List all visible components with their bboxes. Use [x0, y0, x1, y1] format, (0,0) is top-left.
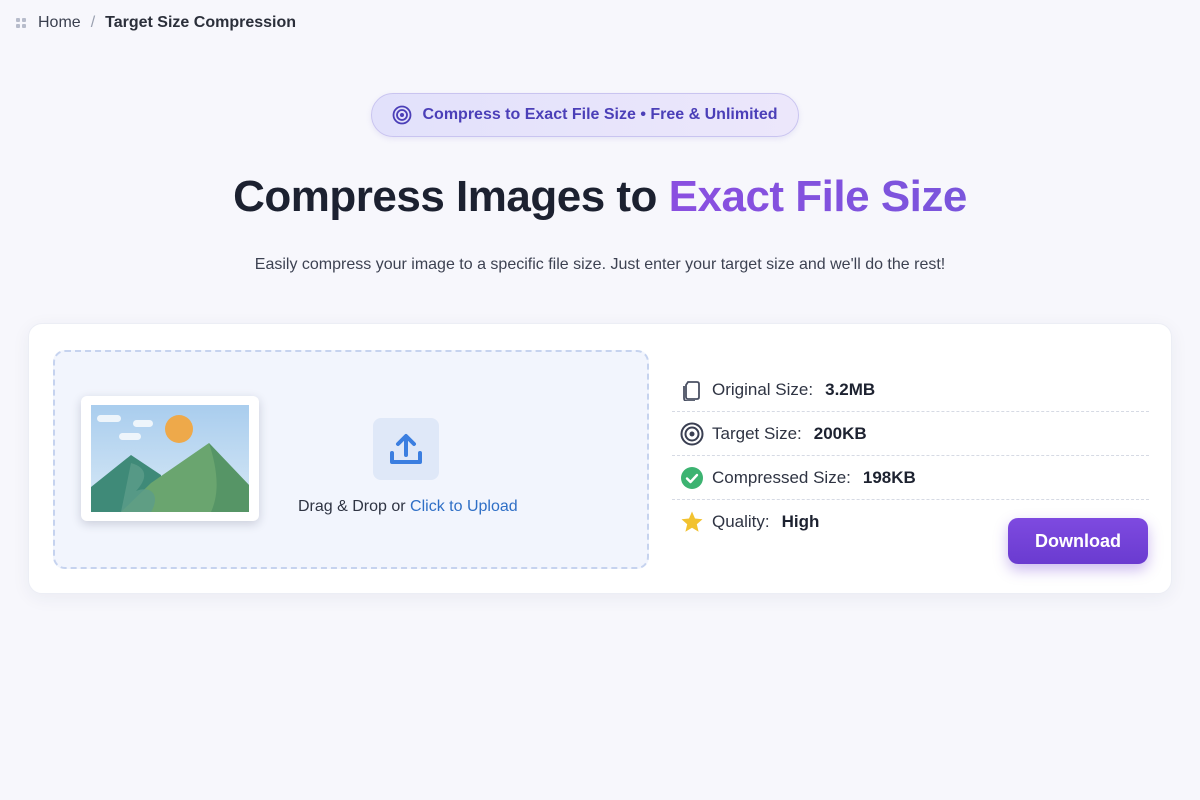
breadcrumb-current: Target Size Compression [105, 14, 296, 31]
grid-icon [16, 18, 26, 28]
compression-card: Drag & Drop or Click to Upload Original … [28, 323, 1172, 594]
file-icon [680, 378, 704, 402]
upload-prompt-text: Drag & Drop or [298, 498, 411, 515]
check-circle-icon [680, 466, 704, 490]
compressed-size-label: Compressed Size: [712, 467, 851, 487]
upload-icon[interactable] [373, 418, 439, 480]
image-preview [81, 396, 259, 521]
page-subtitle: Easily compress your image to a specific… [254, 256, 946, 273]
breadcrumb: Home / Target Size Compression [16, 14, 296, 32]
click-to-upload-link[interactable]: Click to Upload [410, 498, 518, 515]
compressed-size-value: 198KB [862, 467, 916, 487]
title-main: Compress Images to [233, 172, 669, 221]
download-button[interactable]: Download [1008, 518, 1148, 564]
breadcrumb-separator: / [90, 14, 96, 31]
target-size-row: Target Size: 200KB [672, 412, 1149, 456]
original-size-label: Original Size: [712, 379, 814, 399]
upload-dropzone[interactable]: Drag & Drop or Click to Upload [53, 350, 649, 569]
title-accent: Exact File Size [668, 172, 968, 221]
feature-badge: Compress to Exact File Size • Free & Unl… [371, 93, 799, 137]
quality-label: Quality: [712, 512, 770, 531]
quality-value: High [781, 512, 820, 531]
breadcrumb-home-link[interactable]: Home [38, 14, 81, 32]
star-icon [680, 510, 704, 534]
landscape-image-icon [91, 405, 249, 512]
target-icon [392, 105, 412, 125]
compressed-size-row: Compressed Size: 198KB [672, 456, 1149, 500]
badge-text: Compress to Exact File Size • Free & Unl… [422, 106, 778, 123]
page-title: Compress Images to Exact File Size [0, 172, 1200, 222]
original-size-row: Original Size: 3.2MB [672, 368, 1149, 412]
target-size-label: Target Size: [712, 423, 802, 443]
target-icon [680, 422, 704, 446]
target-size-value: 200KB [813, 423, 867, 443]
upload-prompt: Drag & Drop or Click to Upload [298, 498, 518, 516]
original-size-value: 3.2MB [825, 379, 876, 399]
